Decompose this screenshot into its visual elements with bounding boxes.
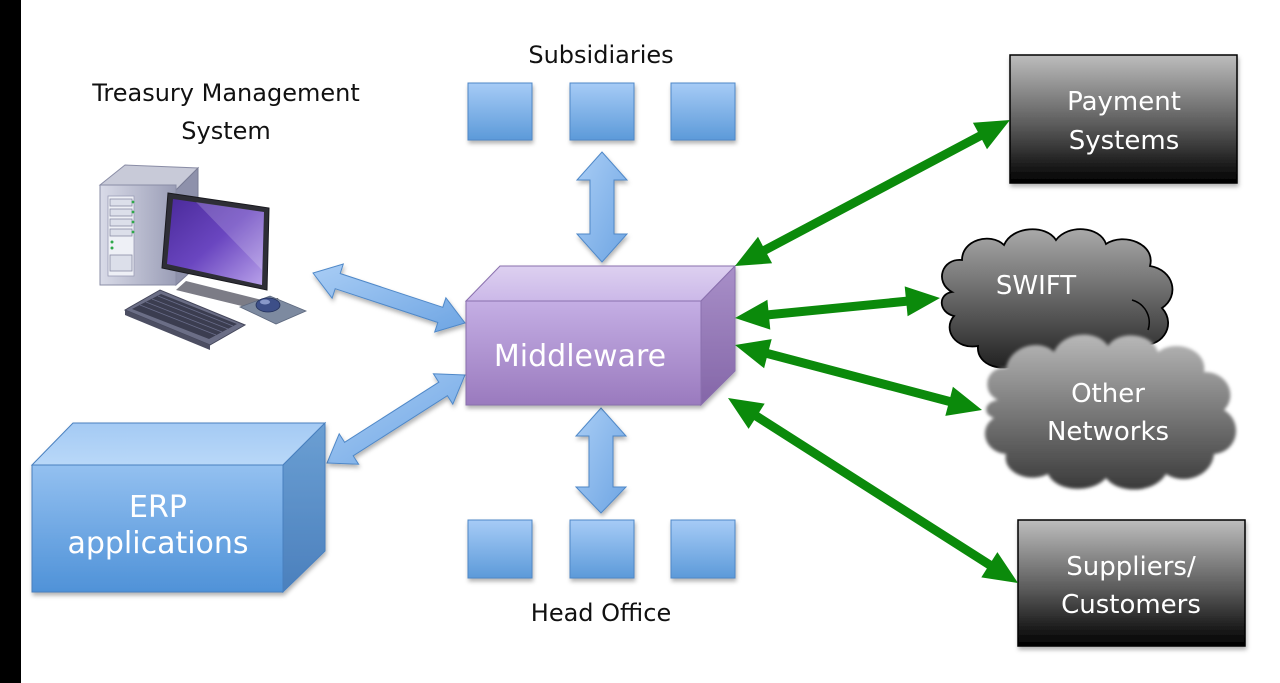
head-office-node[interactable] — [569, 519, 635, 579]
erp-label-line2: applications — [67, 526, 248, 561]
payment-systems-node[interactable]: Payment Systems — [1009, 54, 1238, 184]
payment-label-line1: Payment — [1067, 87, 1181, 117]
head-office-node[interactable] — [467, 519, 533, 579]
tms-label-line1: Treasury Management — [91, 79, 359, 107]
head-office-double-arrow — [574, 407, 628, 514]
erp-middleware-arrow — [326, 373, 466, 465]
subsidiary-node[interactable] — [670, 82, 736, 141]
other-networks-label-line1: Other — [1071, 379, 1145, 409]
other-networks-node[interactable]: Other Networks — [984, 334, 1237, 490]
subsidiary-node[interactable] — [467, 82, 533, 141]
middleware-other-networks-arrow — [735, 339, 982, 416]
head-office-label: Head Office — [531, 599, 671, 627]
payment-label-line2: Systems — [1069, 126, 1180, 156]
subsidiary-node[interactable] — [569, 82, 635, 141]
erp-top-face — [30, 422, 327, 466]
middleware-node[interactable]: Middleware — [464, 264, 737, 407]
other-networks-cloud-shape — [984, 334, 1237, 490]
suppliers-label-line2: Customers — [1061, 590, 1201, 620]
diagram-canvas: Treasury Management System Subsidiaries … — [30, 41, 1246, 647]
green-arrows-group — [728, 120, 1018, 583]
middleware-swift-arrow — [735, 286, 940, 330]
payment-systems-box — [1009, 54, 1238, 184]
suppliers-label-line1: Suppliers/ — [1066, 552, 1196, 582]
head-office-node[interactable] — [670, 519, 736, 579]
subsidiaries-label: Subsidiaries — [528, 41, 673, 69]
erp-label-line1: ERP — [129, 490, 187, 525]
head-office-group — [467, 519, 736, 579]
erp-node[interactable]: ERP applications — [30, 421, 327, 594]
middleware-label: Middleware — [494, 339, 666, 374]
subsidiaries-group — [467, 82, 736, 141]
swift-label: SWIFT — [996, 271, 1076, 301]
tms-label-line2: System — [181, 117, 271, 145]
blue-arrows-group — [312, 263, 466, 465]
tms-middleware-arrow — [312, 263, 466, 333]
subsidiaries-double-arrow — [575, 151, 629, 263]
middleware-suppliers-arrow — [728, 398, 1018, 583]
suppliers-customers-box — [1017, 519, 1246, 647]
middleware-top-face — [464, 265, 737, 302]
computer-icon[interactable] — [98, 164, 308, 350]
suppliers-customers-node[interactable]: Suppliers/ Customers — [1017, 519, 1246, 647]
other-networks-label-line2: Networks — [1047, 417, 1169, 447]
